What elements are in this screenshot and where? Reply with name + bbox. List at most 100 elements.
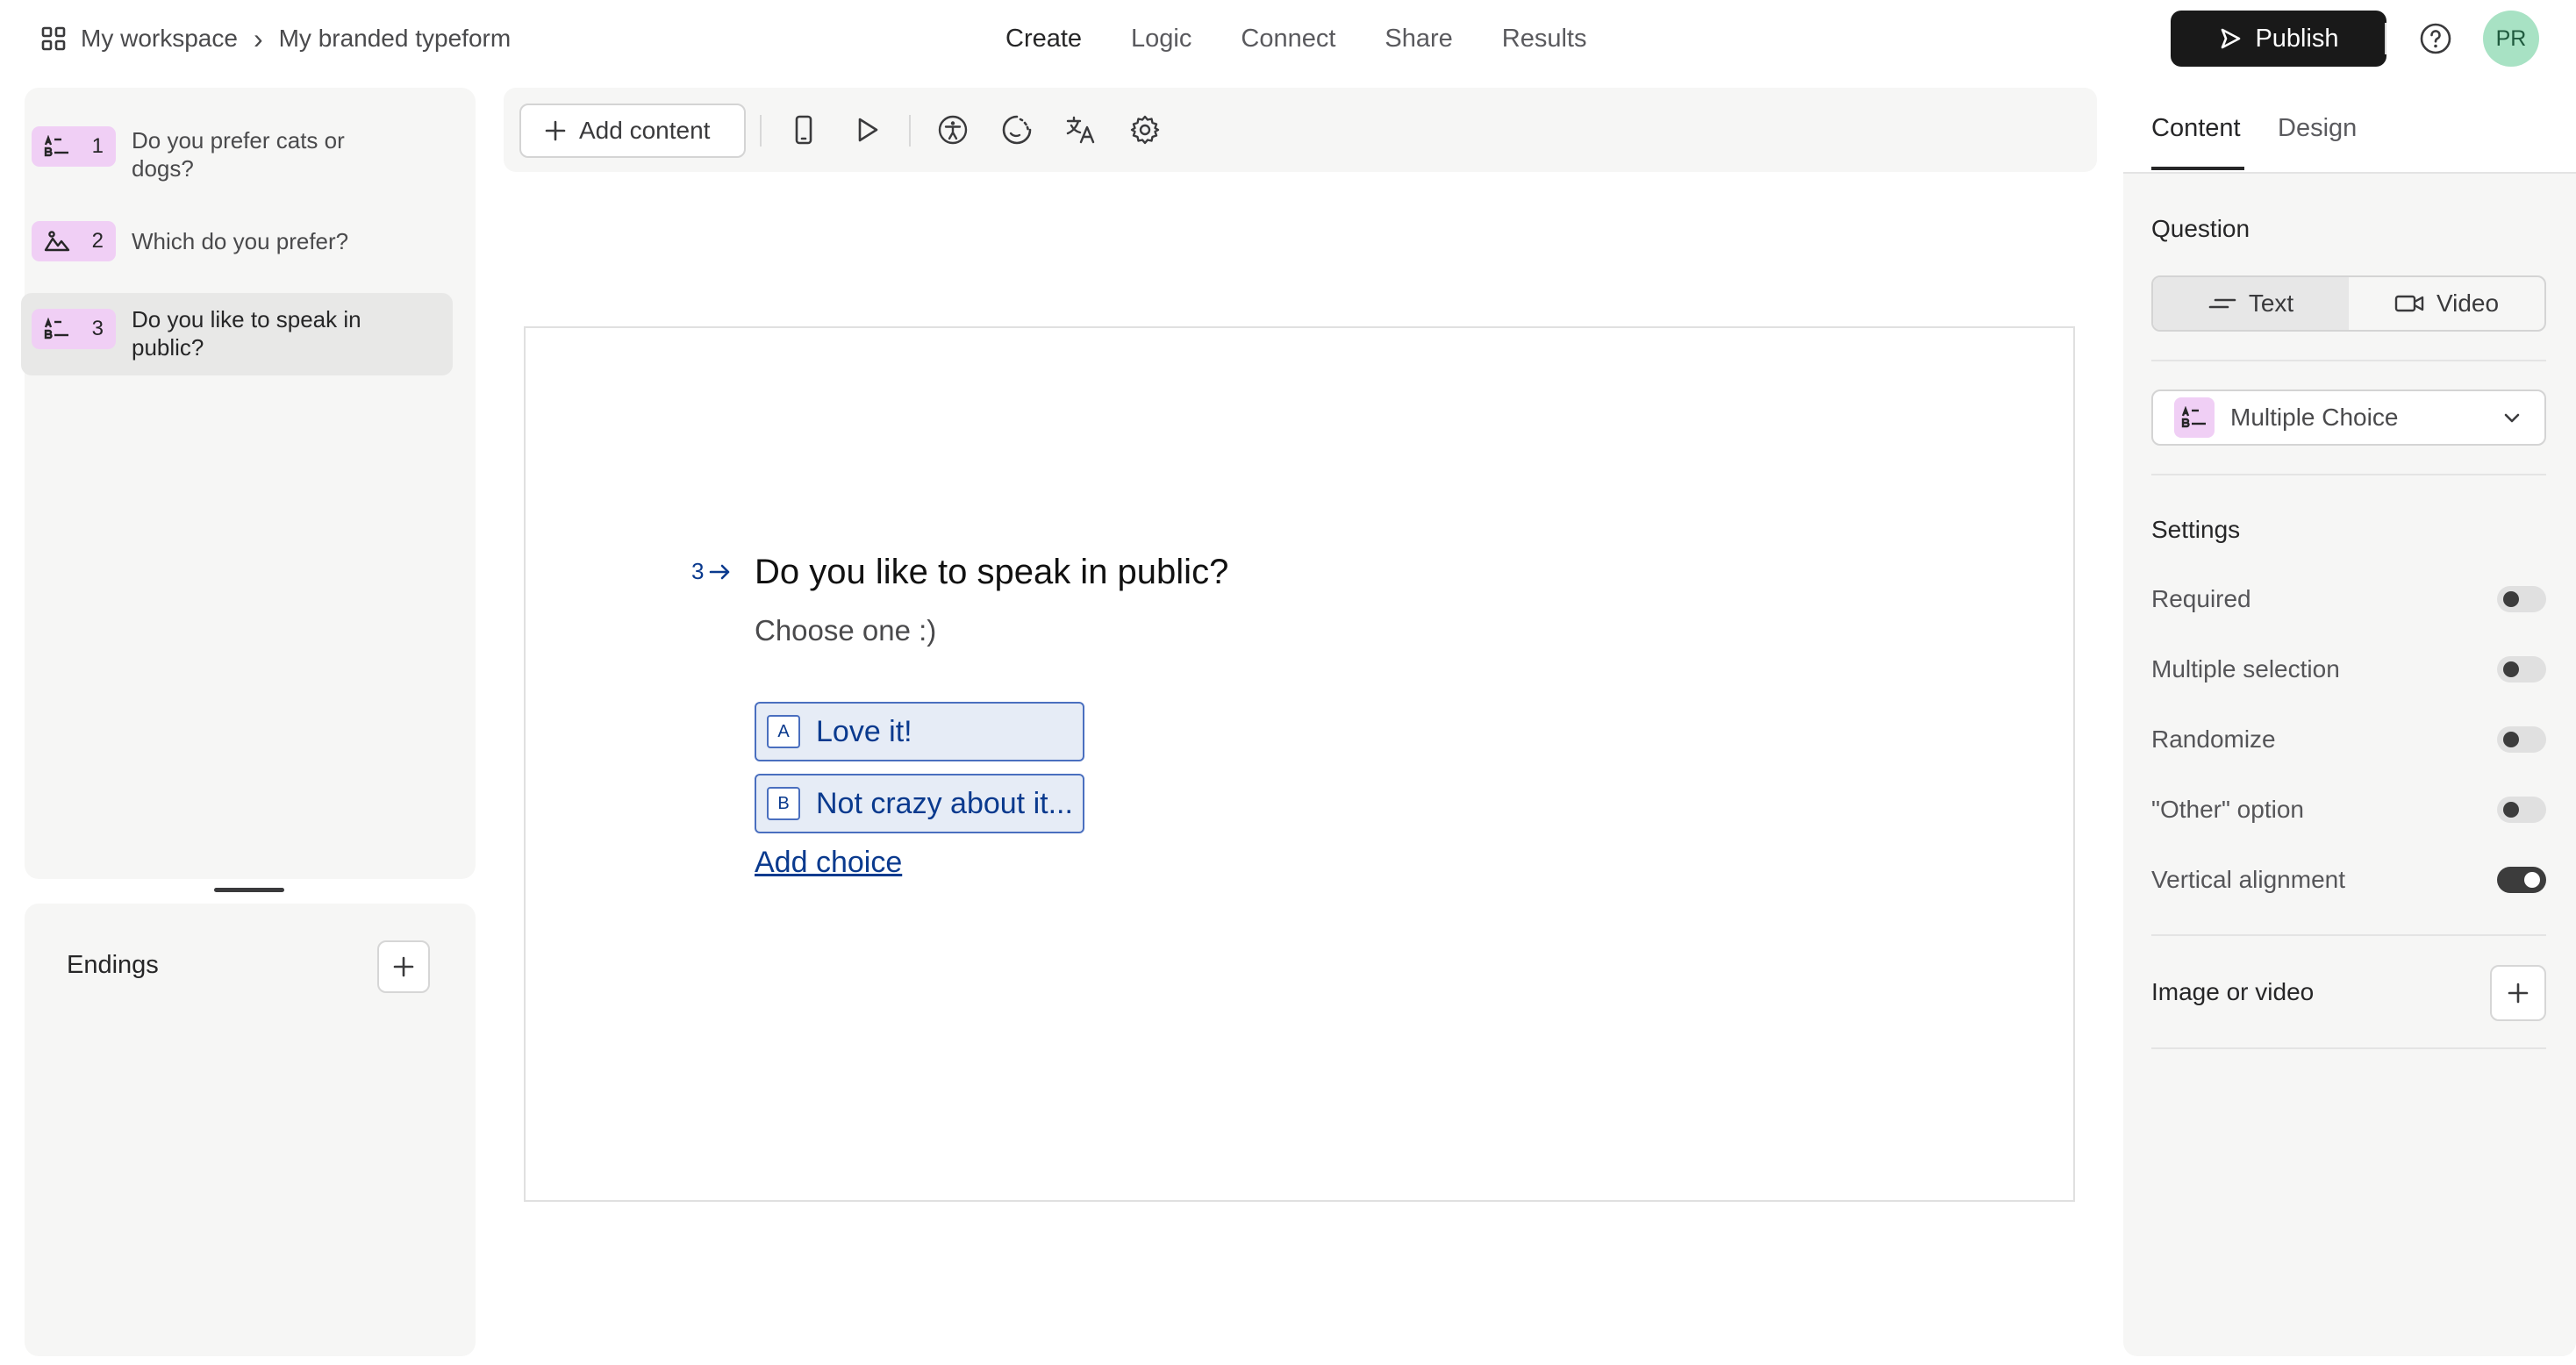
randomize-toggle[interactable]: [2497, 726, 2546, 753]
breadcrumb: My workspace › My branded typeform: [40, 21, 511, 56]
question-list-item-2[interactable]: 2 Which do you prefer?: [21, 211, 453, 272]
panel-resize-handle[interactable]: [214, 888, 284, 892]
send-icon: [2218, 26, 2243, 51]
gear-icon[interactable]: [1126, 111, 1164, 149]
breadcrumb-form-name[interactable]: My branded typeform: [279, 25, 512, 53]
multiple-choice-icon: [44, 318, 70, 340]
question-number-indicator: 3: [691, 558, 732, 585]
breadcrumb-separator: ›: [253, 22, 263, 54]
form-preview-canvas: [524, 326, 2075, 1202]
question-list-item-3[interactable]: 3 Do you like to speak in public?: [21, 293, 453, 375]
question-format-toggle: Text Video: [2151, 275, 2546, 332]
vertical-alignment-toggle[interactable]: [2497, 867, 2546, 893]
tab-content[interactable]: Content: [2151, 114, 2241, 143]
accessibility-icon[interactable]: [934, 111, 972, 149]
chevron-down-icon: [2501, 406, 2523, 429]
question-type-label: Multiple Choice: [2230, 404, 2399, 431]
nav-share[interactable]: Share: [1385, 25, 1452, 54]
multiple-choice-icon: [2174, 397, 2215, 438]
video-camera-icon: [2394, 293, 2424, 314]
main-nav: Create Logic Connect Share Results: [1005, 0, 1586, 77]
question-label-3: Do you like to speak in public?: [132, 306, 361, 361]
question-label-2: Which do you prefer?: [132, 228, 349, 254]
toolbar-divider: [909, 115, 911, 147]
choice-label-a: Love it!: [816, 714, 912, 748]
setting-label-multiple-selection: Multiple selection: [2151, 655, 2340, 682]
plus-icon: [391, 954, 416, 979]
toolbar-divider: [760, 115, 762, 147]
settings-section-label: Settings: [2151, 516, 2241, 543]
plus-icon: [2506, 981, 2530, 1005]
user-avatar[interactable]: PR: [2483, 11, 2539, 67]
question-list-item-1[interactable]: 1 Do you prefer cats or dogs?: [21, 116, 453, 193]
add-choice-link[interactable]: Add choice: [755, 846, 902, 880]
setting-randomize: Randomize: [2151, 704, 2546, 775]
add-media-button[interactable]: [2490, 965, 2546, 1021]
setting-label-vertical-alignment: Vertical alignment: [2151, 866, 2346, 893]
top-bar: My workspace › My branded typeform Creat…: [0, 0, 2576, 77]
choice-label-b: Not crazy about it...: [816, 786, 1073, 820]
add-content-button[interactable]: Add content: [519, 104, 746, 158]
tab-active-indicator: [2151, 167, 2244, 170]
setting-vertical-alignment: Vertical alignment: [2151, 845, 2546, 915]
question-title[interactable]: Do you like to speak in public?: [755, 553, 1228, 592]
nav-connect[interactable]: Connect: [1241, 25, 1335, 54]
question-badge-3: 3: [32, 309, 116, 349]
add-ending-button[interactable]: [377, 940, 430, 993]
question-list-panel: [25, 88, 476, 879]
question-type-select[interactable]: Multiple Choice: [2151, 389, 2546, 446]
choice-key-a: A: [767, 715, 800, 748]
mobile-preview-icon[interactable]: [784, 111, 823, 149]
grid-icon[interactable]: [40, 25, 67, 52]
text-format-option[interactable]: Text: [2153, 277, 2349, 330]
text-lines-icon: [2208, 295, 2236, 312]
question-number-2: 2: [91, 229, 104, 253]
header-divider: [2385, 23, 2386, 54]
choice-key-b: B: [767, 787, 800, 820]
multiple-choice-icon: [44, 135, 70, 158]
question-number: 3: [691, 558, 705, 584]
setting-other-option: "Other" option: [2151, 775, 2546, 845]
nav-logic[interactable]: Logic: [1131, 25, 1191, 54]
choice-a[interactable]: A Love it!: [755, 702, 1084, 761]
text-format-label: Text: [2248, 289, 2294, 317]
question-badge-2: 2: [32, 221, 116, 261]
plus-icon: [544, 119, 567, 142]
image-video-label: Image or video: [2151, 978, 2315, 1005]
loading-spinner-icon[interactable]: [998, 111, 1036, 149]
tab-design[interactable]: Design: [2278, 114, 2357, 143]
video-format-option[interactable]: Video: [2349, 277, 2544, 330]
divider: [2151, 474, 2546, 475]
setting-label-other-option: "Other" option: [2151, 796, 2304, 823]
picture-choice-icon: [44, 230, 70, 253]
play-icon[interactable]: [848, 111, 886, 149]
choice-b[interactable]: B Not crazy about it...: [755, 774, 1084, 833]
video-format-label: Video: [2436, 289, 2500, 317]
divider: [2151, 1047, 2546, 1049]
arrow-right-icon: [709, 562, 732, 582]
setting-label-randomize: Randomize: [2151, 725, 2276, 753]
help-icon[interactable]: [2418, 21, 2453, 56]
setting-required: Required: [2151, 564, 2546, 634]
breadcrumb-workspace[interactable]: My workspace: [81, 25, 238, 53]
question-label-1: Do you prefer cats or dogs?: [132, 127, 345, 182]
question-badge-1: 1: [32, 126, 116, 167]
publish-button[interactable]: Publish: [2171, 11, 2386, 67]
multiple-selection-toggle[interactable]: [2497, 656, 2546, 682]
question-number-1: 1: [91, 134, 104, 158]
setting-multiple-selection: Multiple selection: [2151, 634, 2546, 704]
translate-icon[interactable]: [1062, 111, 1100, 149]
other-option-toggle[interactable]: [2497, 797, 2546, 823]
setting-label-required: Required: [2151, 585, 2251, 612]
nav-create[interactable]: Create: [1005, 25, 1082, 54]
question-number-3: 3: [91, 317, 104, 340]
nav-results[interactable]: Results: [1502, 25, 1587, 54]
add-content-label: Add content: [579, 117, 711, 144]
required-toggle[interactable]: [2497, 586, 2546, 612]
endings-label: Endings: [67, 951, 159, 979]
question-description[interactable]: Choose one :): [755, 614, 936, 647]
divider: [2151, 360, 2546, 361]
divider: [2151, 934, 2546, 936]
publish-label: Publish: [2255, 24, 2339, 53]
question-section-label: Question: [2151, 215, 2250, 242]
